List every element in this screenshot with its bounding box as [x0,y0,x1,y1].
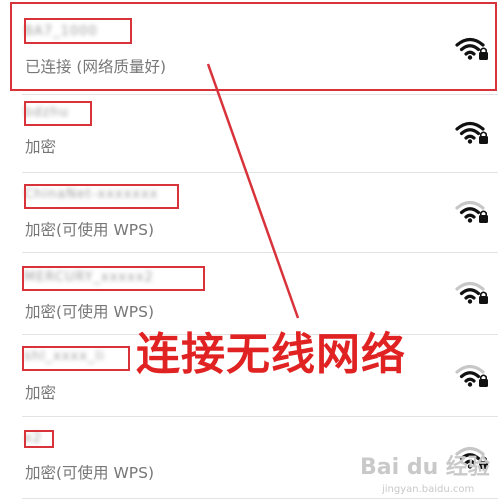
baidu-jingyan-watermark: Bai du 经验 jingyan.baidu.com [360,454,490,495]
network-status: 加密 [25,384,57,402]
ssid-highlight [24,184,179,209]
wifi-signal-locked-icon [455,121,488,144]
connected-network-highlight [10,2,497,91]
watermark-url: jingyan.baidu.com [381,484,474,495]
network-status: 加密 [25,138,57,156]
network-status: 加密(可使用 WPS) [25,464,155,482]
wifi-signal-locked-icon [455,200,488,223]
wifi-signal-locked-icon [455,281,488,304]
network-status: 加密(可使用 WPS) [25,221,155,239]
ssid-highlight [22,266,205,291]
ssid-highlight [22,346,130,371]
divider [22,498,498,499]
network-status: 加密(可使用 WPS) [25,303,155,321]
watermark-text: Bai du 经验 [360,454,490,480]
wifi-signal-locked-icon [455,364,488,387]
ssid-highlight [24,430,54,448]
ssid-highlight [24,18,132,44]
ssid-highlight [24,101,92,126]
annotation-label: 连接无线网络 [136,329,406,380]
